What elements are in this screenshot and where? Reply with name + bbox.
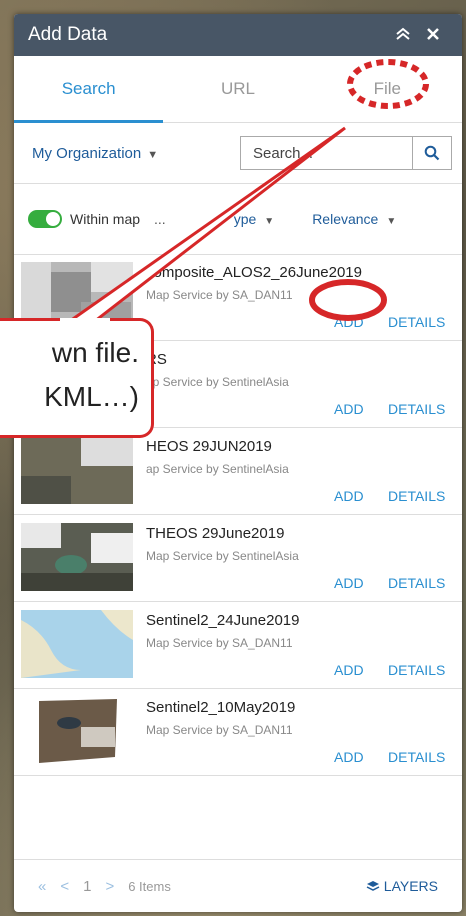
search-input[interactable]: [240, 136, 412, 170]
scope-label: My Organization: [32, 144, 142, 162]
layers-label: LAYERS: [383, 878, 438, 894]
list-item: THEOS 29June2019 Map Service by Sentinel…: [14, 515, 462, 602]
close-icon[interactable]: [418, 25, 448, 46]
item-owner: Map Service by SA_DAN11: [146, 288, 293, 302]
details-button[interactable]: DETAILS: [388, 488, 445, 504]
item-owner: Map Service by SA_DAN11: [146, 636, 293, 650]
page-number: 1: [83, 877, 92, 895]
item-thumbnail: [21, 610, 133, 678]
item-owner: ap Service by SentinelAsia: [146, 462, 289, 476]
scope-dropdown[interactable]: My Organization ▼: [32, 145, 240, 162]
item-name: THEOS 29June2019: [146, 525, 285, 542]
more-options[interactable]: ...: [154, 211, 166, 227]
tab-file[interactable]: File: [313, 56, 462, 122]
annotation-callout: wn file. KML…): [0, 318, 154, 438]
details-button[interactable]: DETAILS: [388, 749, 445, 765]
item-owner: ap Service by SentinelAsia: [146, 375, 289, 389]
type-label: ype: [233, 211, 257, 227]
item-owner: Map Service by SA_DAN11: [146, 723, 293, 737]
details-button[interactable]: DETAILS: [388, 662, 445, 678]
item-name: Sentinel2_24June2019: [146, 612, 300, 629]
panel-title: Add Data: [28, 24, 108, 45]
next-page-button[interactable]: >: [105, 878, 114, 895]
add-button[interactable]: ADD: [334, 488, 364, 504]
item-name: composite_ALOS2_26June2019: [146, 264, 362, 281]
item-thumbnail: [21, 523, 133, 591]
sort-dropdown[interactable]: Relevance ▼: [312, 211, 396, 227]
layers-icon: [366, 881, 380, 891]
item-name: HEOS 29JUN2019: [146, 438, 272, 455]
add-button[interactable]: ADD: [334, 662, 364, 678]
search-icon: [424, 145, 440, 161]
add-button[interactable]: ADD: [334, 314, 364, 330]
callout-line-2: KML…): [44, 381, 139, 412]
item-name: Sentinel2_10May2019: [146, 699, 296, 716]
search-button[interactable]: [412, 136, 452, 170]
item-count: 6 Items: [128, 878, 171, 894]
item-thumbnail: [21, 697, 133, 765]
caret-down-icon: ▼: [147, 148, 159, 161]
within-map-label: Within map: [70, 211, 141, 227]
details-button[interactable]: DETAILS: [388, 401, 445, 417]
first-page-button[interactable]: «: [38, 878, 46, 895]
tab-url[interactable]: URL: [163, 56, 312, 122]
details-button[interactable]: DETAILS: [388, 575, 445, 591]
callout-line-1: wn file.: [51, 337, 139, 368]
tab-bar: Search URL File: [14, 56, 462, 123]
add-button[interactable]: ADD: [334, 749, 364, 765]
item-thumbnail: [21, 436, 133, 504]
within-map-toggle[interactable]: [28, 210, 62, 228]
sort-label: Relevance: [312, 211, 379, 227]
caret-down-icon: ▼: [264, 216, 275, 227]
list-item: HEOS 29JUN2019 ap Service by SentinelAsi…: [14, 428, 462, 515]
add-button[interactable]: ADD: [334, 575, 364, 591]
pagination-bar: « < 1 > 6 Items LAYERS: [14, 859, 462, 912]
caret-down-icon: ▼: [386, 216, 397, 227]
list-item: Sentinel2_10May2019 Map Service by SA_DA…: [14, 689, 462, 776]
item-owner: Map Service by SentinelAsia: [146, 549, 299, 563]
prev-page-button[interactable]: <: [60, 878, 69, 895]
tab-search[interactable]: Search: [14, 56, 164, 123]
add-button[interactable]: ADD: [334, 401, 364, 417]
search-row: My Organization ▼: [14, 123, 462, 184]
layers-button[interactable]: LAYERS: [366, 878, 438, 894]
double-chevron-up-icon[interactable]: [388, 25, 418, 46]
type-dropdown[interactable]: ype ▼: [234, 211, 274, 227]
panel-titlebar: Add Data: [14, 14, 462, 56]
add-data-panel: Add Data Search URL File My Organization…: [14, 14, 462, 912]
details-button[interactable]: DETAILS: [388, 314, 445, 330]
list-item: Sentinel2_24June2019 Map Service by SA_D…: [14, 602, 462, 689]
filter-row: Within map ... ype ▼ Relevance ▼: [14, 184, 462, 255]
